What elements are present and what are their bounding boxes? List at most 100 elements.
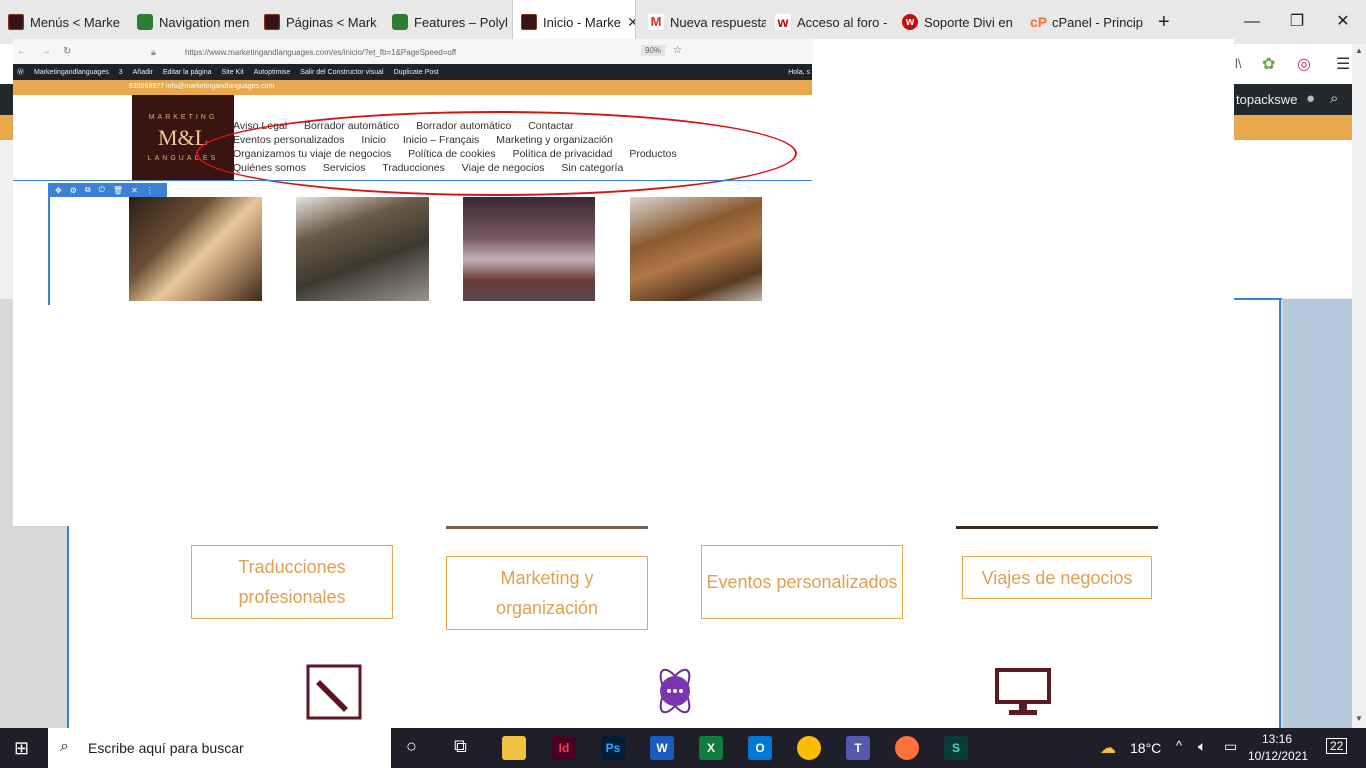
chat-atom-icon [659, 668, 691, 714]
tab-gmail[interactable]: M Nueva respuesta [648, 0, 766, 44]
embedded-screenshot: ← → ↻ 🔒︎ https://www.marketingandlanguag… [13, 39, 1234, 526]
reload-icon: ↻ [63, 46, 72, 57]
image-bottom-edge [956, 526, 1158, 529]
orange-bar-right [1234, 115, 1352, 140]
browser-tab-bar: Menús < Marke Navigation men Páginas < M… [0, 0, 1366, 44]
photoshop-icon[interactable]: Ps [601, 736, 625, 760]
file-explorer-icon[interactable] [502, 736, 526, 760]
ml-icon [8, 14, 24, 30]
user-icon[interactable]: ● [1306, 90, 1315, 107]
cpanel-icon: cP [1030, 14, 1048, 30]
close-icon: ✕ [131, 185, 138, 195]
excel-icon[interactable]: X [699, 736, 723, 760]
tab-features[interactable]: Features – Polyl [392, 0, 512, 44]
embedded-contact-bar: 635068977 info@marketingandlanguages.com [13, 80, 812, 95]
image-bottom-edge [446, 526, 648, 529]
page-header-right [1234, 140, 1352, 298]
app-s-icon[interactable]: S [944, 736, 968, 760]
tab-cpanel[interactable]: cP cPanel - Princip [1030, 0, 1148, 44]
builder-section-outline [48, 183, 50, 305]
viajes-button[interactable]: Viajes de negocios [962, 556, 1152, 599]
wordpress-icon: Ⓦ [17, 69, 24, 76]
trash-icon: 🗑︎ [112, 185, 124, 195]
ml-icon [264, 14, 280, 30]
admin-user-label[interactable]: topackswe [1236, 92, 1297, 107]
chevron-up-icon[interactable]: ^ [1176, 738, 1182, 753]
orange-bar-left [0, 115, 13, 140]
tab-foro[interactable]: w Acceso al foro - [775, 0, 893, 44]
tab-soporte[interactable]: w Soporte Divi en [902, 0, 1020, 44]
marketing-button[interactable]: Marketing y organización [446, 556, 648, 630]
builder-toolbar: ✥ ⚙ ⧉ ⏻ 🗑︎ ✕ ⋮ [49, 183, 167, 197]
power-icon: ⏻ [98, 185, 105, 194]
task-view-icon[interactable]: ⧉ [454, 736, 467, 757]
weather-temp[interactable]: 18°C [1130, 740, 1161, 756]
laptop-photo [129, 197, 262, 301]
windows-start-icon[interactable]: ⊞ [14, 738, 29, 759]
more-icon: ⋮ [145, 185, 154, 195]
traducciones-button[interactable]: Traducciones profesionales [191, 545, 393, 619]
red-highlight-annotation [196, 111, 797, 196]
cortana-icon[interactable]: ○ [406, 736, 417, 757]
star-icon: ☆ [673, 45, 682, 56]
embedded-url: https://www.marketingandlanguages.com/es… [185, 48, 457, 57]
toolbar-fragment-icon: l\ [1235, 56, 1242, 71]
network-icon[interactable]: ▭ [1224, 738, 1237, 755]
scroll-down-icon[interactable]: ▼ [1355, 714, 1363, 723]
browser-toolbar-left [0, 44, 13, 84]
embedded-address-bar: ← → ↻ 🔒︎ https://www.marketingandlanguag… [13, 39, 813, 64]
gear-icon: ⚙ [69, 185, 77, 195]
back-icon: ← [17, 46, 27, 57]
eventos-button[interactable]: Eventos personalizados [701, 545, 903, 619]
outlook-icon[interactable]: O [748, 736, 772, 760]
monitor-icon [995, 668, 1051, 715]
wp-admin-bar-left [0, 84, 13, 115]
search-icon[interactable]: ⌕ [1330, 90, 1338, 107]
section-border [1234, 298, 1282, 300]
tab-navigation[interactable]: Navigation men [137, 0, 257, 44]
w-icon: w [902, 14, 918, 30]
edit-icon [306, 664, 362, 720]
tab-paginas[interactable]: Páginas < Mark [264, 0, 384, 44]
zoom-badge: 90% [641, 45, 666, 56]
w-icon: w [775, 14, 791, 30]
close-tab-icon[interactable]: ✕ [627, 14, 635, 31]
volume-icon[interactable]: 🔈︎ [1198, 738, 1206, 755]
ml-icon [521, 14, 537, 30]
tab-inicio[interactable]: Inicio - Marke✕ [512, 0, 636, 44]
gmail-icon: M [648, 14, 664, 30]
clock-date[interactable]: 10/12/2021 [1248, 749, 1308, 763]
page-right-margin [1283, 299, 1352, 728]
minimize-button[interactable]: — [1229, 0, 1275, 44]
lock-icon: 🔒︎ [151, 47, 156, 57]
wp-admin-bar-right: topackswe ● ⌕ [1234, 84, 1352, 115]
new-tab-button[interactable]: + [1158, 0, 1178, 44]
close-window-button[interactable]: ✕ [1320, 0, 1366, 44]
firefox-icon[interactable] [895, 736, 919, 760]
scroll-up-icon[interactable]: ▲ [1355, 46, 1363, 55]
menu-icon[interactable]: ☰ [1336, 54, 1350, 74]
scrollbar[interactable]: ▲ ▼ [1352, 44, 1366, 728]
duplicate-icon: ⧉ [84, 185, 91, 194]
chrome-icon[interactable] [797, 736, 821, 760]
clock-time[interactable]: 13:16 [1262, 732, 1292, 746]
extension-icon[interactable]: ✿ [1262, 54, 1275, 74]
builder-row-outline [13, 180, 812, 181]
weather-icon: ☁ [1100, 740, 1116, 757]
indesign-icon[interactable]: Id [552, 736, 576, 760]
word-icon[interactable]: W [650, 736, 674, 760]
taskbar-search-input[interactable]: ⌕ Escribe aquí para buscar [48, 728, 391, 768]
bag-photo [630, 197, 762, 301]
plant-photo [296, 197, 429, 301]
notifications-badge[interactable]: 22 [1326, 738, 1348, 754]
forward-icon: → [41, 46, 51, 57]
teams-icon[interactable]: T [846, 736, 870, 760]
extension-icon[interactable]: ◎ [1297, 54, 1311, 74]
search-icon: ⌕ [60, 738, 69, 755]
wp-icon [392, 14, 408, 30]
tab-menus[interactable]: Menús < Marke [8, 0, 128, 44]
move-icon: ✥ [55, 185, 62, 195]
restore-button[interactable]: ❐ [1274, 0, 1320, 44]
embedded-admin-bar: Ⓦ Marketingandlanguages 3 Añadir Editar … [13, 64, 812, 80]
dessert-photo [463, 197, 595, 301]
